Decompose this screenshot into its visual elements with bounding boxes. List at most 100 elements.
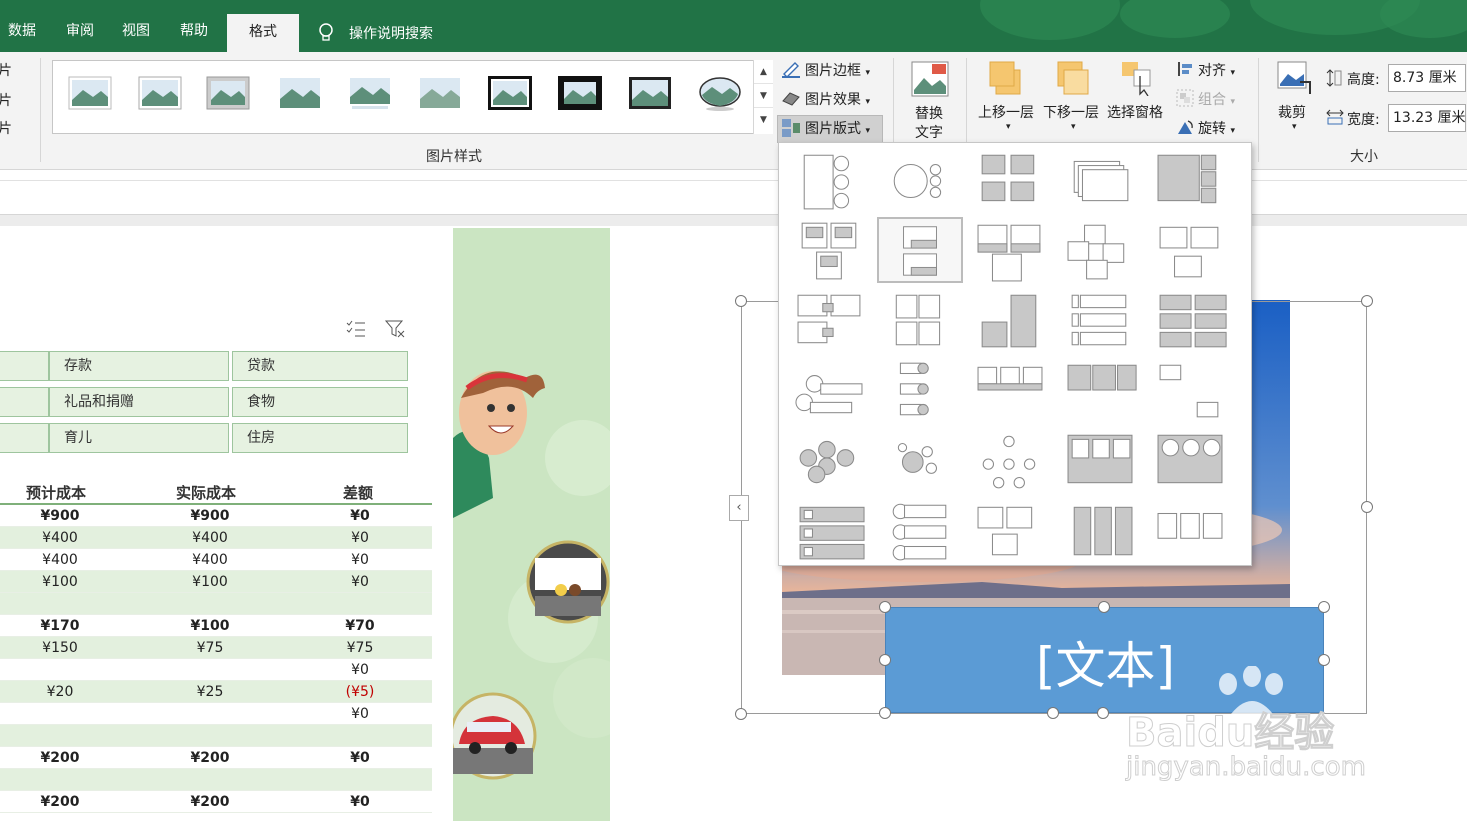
- slicer-item-savings[interactable]: 存款: [49, 351, 229, 381]
- table-cell[interactable]: ¥0: [310, 791, 410, 813]
- resize-handle[interactable]: [879, 601, 891, 613]
- left-stub-2[interactable]: 片: [0, 90, 12, 110]
- selection-pane-button[interactable]: 选择窗格: [1107, 102, 1163, 122]
- table-cell[interactable]: ¥400: [10, 527, 110, 549]
- picture-border-button[interactable]: 图片边框 ▾: [805, 60, 870, 80]
- layout-option[interactable]: [967, 357, 1053, 423]
- table-cell[interactable]: ¥0: [310, 505, 410, 527]
- slicer-item-childcare[interactable]: 育儿: [49, 423, 229, 453]
- layout-option[interactable]: [787, 287, 873, 353]
- table-cell[interactable]: ¥400: [160, 549, 260, 571]
- picture-style-thumb[interactable]: [137, 75, 183, 111]
- layout-option[interactable]: [877, 357, 963, 423]
- picture-style-thumb[interactable]: [347, 75, 393, 111]
- table-cell[interactable]: ¥0: [310, 549, 410, 571]
- layout-option[interactable]: [787, 427, 873, 493]
- resize-handle[interactable]: [1047, 707, 1059, 719]
- layout-option[interactable]: [787, 497, 873, 563]
- tell-me-search[interactable]: 操作说明搜索: [349, 23, 433, 43]
- table-cell[interactable]: ¥900: [10, 505, 110, 527]
- tab-view[interactable]: 视图: [122, 20, 150, 40]
- resize-handle[interactable]: [735, 295, 747, 307]
- table-cell[interactable]: ¥0: [310, 571, 410, 593]
- crop-button[interactable]: 裁剪: [1278, 102, 1306, 122]
- resize-handle[interactable]: [1098, 601, 1110, 613]
- resize-handle[interactable]: [735, 708, 747, 720]
- layout-option[interactable]: [1057, 497, 1143, 563]
- table-cell[interactable]: ¥20: [10, 681, 110, 703]
- layout-option[interactable]: [787, 357, 873, 423]
- bring-forward-dropdown-icon[interactable]: ▾: [1006, 122, 1011, 132]
- table-cell[interactable]: ¥0: [310, 527, 410, 549]
- layout-option[interactable]: [877, 497, 963, 563]
- layout-option[interactable]: [877, 217, 963, 283]
- layout-option[interactable]: [877, 287, 963, 353]
- table-cell[interactable]: (¥5): [310, 681, 410, 703]
- picture-style-thumb[interactable]: [487, 75, 533, 111]
- picture-style-thumb[interactable]: [205, 75, 251, 111]
- crop-dropdown-icon[interactable]: ▾: [1292, 122, 1297, 132]
- resize-handle[interactable]: [1097, 707, 1109, 719]
- picture-effects-button[interactable]: 图片效果 ▾: [805, 89, 870, 109]
- slicer-item-partial[interactable]: [0, 423, 49, 453]
- height-input[interactable]: 8.73 厘米: [1388, 64, 1466, 92]
- layout-option[interactable]: [1057, 147, 1143, 213]
- slicer-item-housing[interactable]: 住房: [232, 423, 408, 453]
- rotate-button[interactable]: 旋转 ▾: [1198, 118, 1235, 138]
- table-cell[interactable]: ¥70: [310, 615, 410, 637]
- picture-style-thumb[interactable]: [67, 75, 113, 111]
- slicer-item-food[interactable]: 食物: [232, 387, 408, 417]
- left-stub-1[interactable]: 片: [0, 60, 12, 80]
- table-cell[interactable]: ¥170: [10, 615, 110, 637]
- table-cell[interactable]: ¥0: [310, 659, 410, 681]
- multi-select-icon[interactable]: [345, 319, 367, 339]
- alt-text-button-line2[interactable]: 文字: [915, 122, 943, 142]
- table-cell[interactable]: ¥200: [10, 791, 110, 813]
- picture-style-thumb[interactable]: [557, 75, 603, 111]
- table-cell[interactable]: ¥150: [10, 637, 110, 659]
- width-input[interactable]: 13.23 厘米: [1388, 104, 1466, 132]
- table-cell[interactable]: ¥100: [10, 571, 110, 593]
- table-cell[interactable]: ¥200: [160, 791, 260, 813]
- table-cell[interactable]: ¥100: [160, 571, 260, 593]
- layout-option[interactable]: [1057, 357, 1143, 423]
- layout-option[interactable]: [1057, 217, 1143, 283]
- layout-option[interactable]: [1147, 217, 1233, 283]
- clear-filter-icon[interactable]: [384, 319, 406, 339]
- picture-layout-button[interactable]: 图片版式 ▾: [805, 118, 870, 138]
- group-button[interactable]: 组合 ▾: [1198, 89, 1235, 109]
- layout-option[interactable]: [967, 147, 1053, 213]
- table-cell[interactable]: ¥400: [10, 549, 110, 571]
- layout-option[interactable]: [1147, 357, 1233, 423]
- resize-handle[interactable]: [1361, 295, 1373, 307]
- layout-option[interactable]: [877, 427, 963, 493]
- align-button[interactable]: 对齐 ▾: [1198, 60, 1235, 80]
- table-cell[interactable]: ¥900: [160, 505, 260, 527]
- layout-option[interactable]: [1147, 427, 1233, 493]
- resize-handle[interactable]: [879, 707, 891, 719]
- layout-option[interactable]: [1057, 427, 1143, 493]
- gallery-down-icon[interactable]: ▼: [754, 84, 773, 108]
- layout-option[interactable]: [967, 287, 1053, 353]
- table-cell[interactable]: ¥0: [310, 703, 410, 725]
- tab-format[interactable]: 格式: [227, 14, 299, 52]
- layout-option[interactable]: [967, 217, 1053, 283]
- layout-option[interactable]: [967, 497, 1053, 563]
- resize-handle[interactable]: [1318, 654, 1330, 666]
- bring-forward-button[interactable]: 上移一层: [978, 102, 1034, 122]
- gallery-more-icon[interactable]: ▼: [754, 108, 773, 132]
- resize-handle[interactable]: [1361, 501, 1373, 513]
- send-backward-dropdown-icon[interactable]: ▾: [1071, 122, 1076, 132]
- picture-style-thumb[interactable]: [697, 75, 743, 111]
- resize-handle[interactable]: [1318, 601, 1330, 613]
- slicer-item-partial[interactable]: [0, 351, 49, 381]
- text-pane-toggle[interactable]: ‹: [729, 495, 749, 521]
- layout-option[interactable]: [787, 147, 873, 213]
- tab-review[interactable]: 审阅: [66, 20, 94, 40]
- layout-option[interactable]: [967, 427, 1053, 493]
- tab-data[interactable]: 数据: [8, 20, 36, 40]
- layout-option[interactable]: [877, 147, 963, 213]
- tab-help[interactable]: 帮助: [180, 20, 208, 40]
- left-stub-3[interactable]: 片: [0, 118, 12, 138]
- table-cell[interactable]: ¥200: [10, 747, 110, 769]
